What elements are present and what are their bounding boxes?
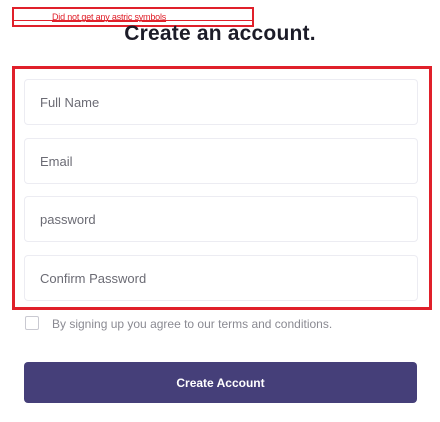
password-input[interactable] bbox=[24, 196, 418, 242]
signup-page: Did not get any astric symbols Create an… bbox=[0, 0, 440, 422]
create-account-button[interactable]: Create Account bbox=[24, 362, 417, 403]
terms-checkbox[interactable] bbox=[25, 316, 39, 330]
terms-label: By signing up you agree to our terms and… bbox=[52, 317, 333, 331]
confirm-password-input[interactable] bbox=[24, 255, 418, 301]
annotation-note: Did not get any astric symbols bbox=[52, 12, 167, 22]
full-name-input[interactable] bbox=[24, 79, 418, 125]
email-input[interactable] bbox=[24, 138, 418, 184]
terms-row: By signing up you agree to our terms and… bbox=[25, 316, 425, 334]
page-title: Create an account. bbox=[124, 22, 316, 45]
